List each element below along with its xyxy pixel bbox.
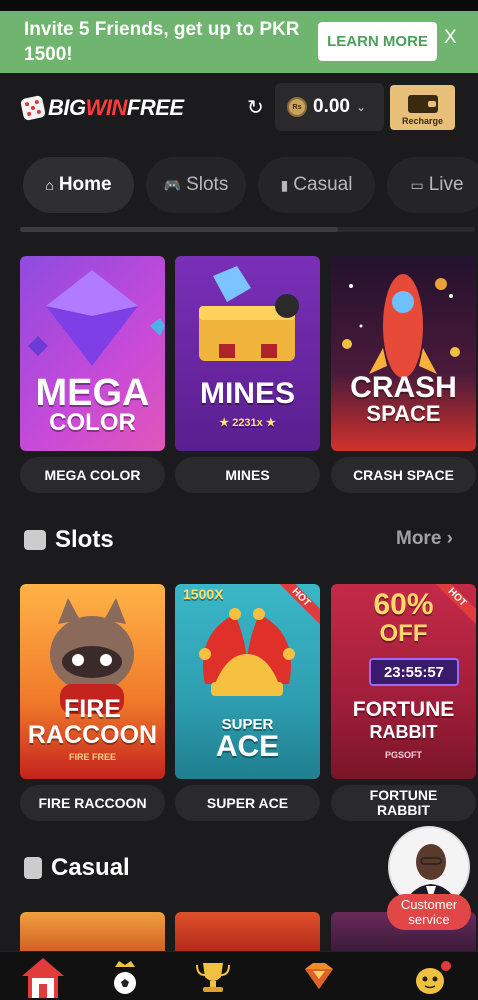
game-card-casual-2[interactable] [175,912,320,952]
learn-more-button[interactable]: LEARN MORE [318,22,437,61]
hot-badge: HOT [274,584,320,630]
game-card-mines[interactable]: MINES ★ 2231x ★ [175,256,320,451]
tabs-scrollbar-thumb[interactable] [20,227,338,232]
app-header: BIGWINFREE ↻ Rs 0.00 ⌄ Recharge [0,73,478,145]
game-card-super-ace[interactable]: 1500X SUPER ACE HOT [175,584,320,779]
tab-casual[interactable]: ▮ Casual [258,157,375,213]
sports-icon [114,961,136,994]
balance-selector[interactable]: Rs 0.00 ⌄ [275,83,384,131]
tab-slots[interactable]: 🎮 Slots [146,157,246,213]
game-label-mines[interactable]: MINES [175,457,320,493]
bigwinfree-logo[interactable]: BIGWINFREE [19,94,184,122]
game-card-fire-raccoon[interactable]: FIRE RACCOON FIRE FREE [20,584,165,779]
hot-badge: HOT [430,584,476,630]
customer-service-button[interactable]: Customer service [387,826,471,930]
home-icon [22,958,64,998]
nav-home[interactable] [17,954,69,1000]
game-card-fortune-rabbit[interactable]: 60% OFF 23:55:57 FORTUNE RABBIT PGSOFT H… [331,584,476,779]
card-title: MEGA [35,372,150,414]
casual-section-title: Casual [24,854,130,882]
card-subtitle: SPACE [366,401,441,426]
card-title: MINES [199,377,295,410]
game-card-mega-color[interactable]: MEGA COLOR [20,256,165,451]
game-label-crash-space[interactable]: CRASH SPACE [331,457,476,493]
card-subtitle: ★ 2231x ★ [219,417,276,429]
balance-value: 0.00 [313,96,350,117]
game-card-casual-1[interactable] [20,912,165,952]
bottom-navigation [0,951,478,1000]
game-label-mega-color[interactable]: MEGA COLOR [20,457,165,493]
slots-more-link[interactable]: More › [396,528,453,550]
banner-close-button[interactable]: X [444,27,457,49]
tabs-scrollbar[interactable] [20,227,475,232]
card-title: CRASH [350,371,457,404]
game-card-crash-space[interactable]: CRASH SPACE [331,256,476,451]
logo-wordmark: BIGWINFREE [48,95,184,120]
nav-profile[interactable] [405,954,457,1000]
card-subtitle: COLOR [49,409,136,436]
tab-home[interactable]: ⌂ Home [23,157,134,213]
raccoon-icon [50,598,134,714]
chevron-down-icon: ⌄ [355,100,367,114]
gamepad-icon: 🎮 [163,176,182,193]
recharge-button[interactable]: Recharge [390,85,455,130]
game-label-super-ace[interactable]: SUPER ACE [175,785,320,821]
profile-icon [416,961,451,994]
promo-countdown-timer: 23:55:57 [369,658,459,686]
dice-icon [19,94,47,122]
customer-service-label: Customer service [387,894,471,930]
nav-vip[interactable] [293,954,345,1000]
vip-icon [305,963,333,989]
invite-banner-text: Invite 5 Friends, get up to PKR 1500! [24,19,300,65]
card-title: FORTUNE [352,698,455,721]
card-title: FIRE [64,695,121,723]
game-label-fortune-rabbit[interactable]: FORTUNE RABBIT [331,785,476,821]
cards-icon: ▮ [280,176,289,193]
live-icon: ▭ [410,176,424,193]
provider-label: PGSOFT [384,750,422,760]
recharge-label: Recharge [401,116,444,126]
rupee-coin-icon: Rs [287,97,307,117]
card-subtitle: RACCOON [27,721,158,749]
wallet-icon [407,95,438,113]
card-subtitle: ACE [215,730,280,763]
tab-live[interactable]: ▭ Live [387,157,478,213]
slots-section-title: Slots [24,526,114,554]
nav-sports[interactable] [99,954,151,1000]
casual-icon [24,857,42,879]
game-label-fire-raccoon[interactable]: FIRE RACCOON [20,785,165,821]
provider-label: FIRE FREE [68,752,116,762]
category-tabs: ⌂ Home 🎮 Slots ▮ Casual ▭ Live [0,145,478,227]
status-strip [0,0,478,11]
home-icon: ⌂ [45,177,54,193]
invite-banner: Invite 5 Friends, get up to PKR 1500! LE… [0,11,478,73]
card-subtitle: RABBIT [369,722,438,742]
trophy-icon [196,963,230,992]
refresh-icon[interactable]: ↻ [247,95,264,120]
nav-trophy[interactable] [187,954,239,1000]
gamepad-icon [24,530,46,550]
